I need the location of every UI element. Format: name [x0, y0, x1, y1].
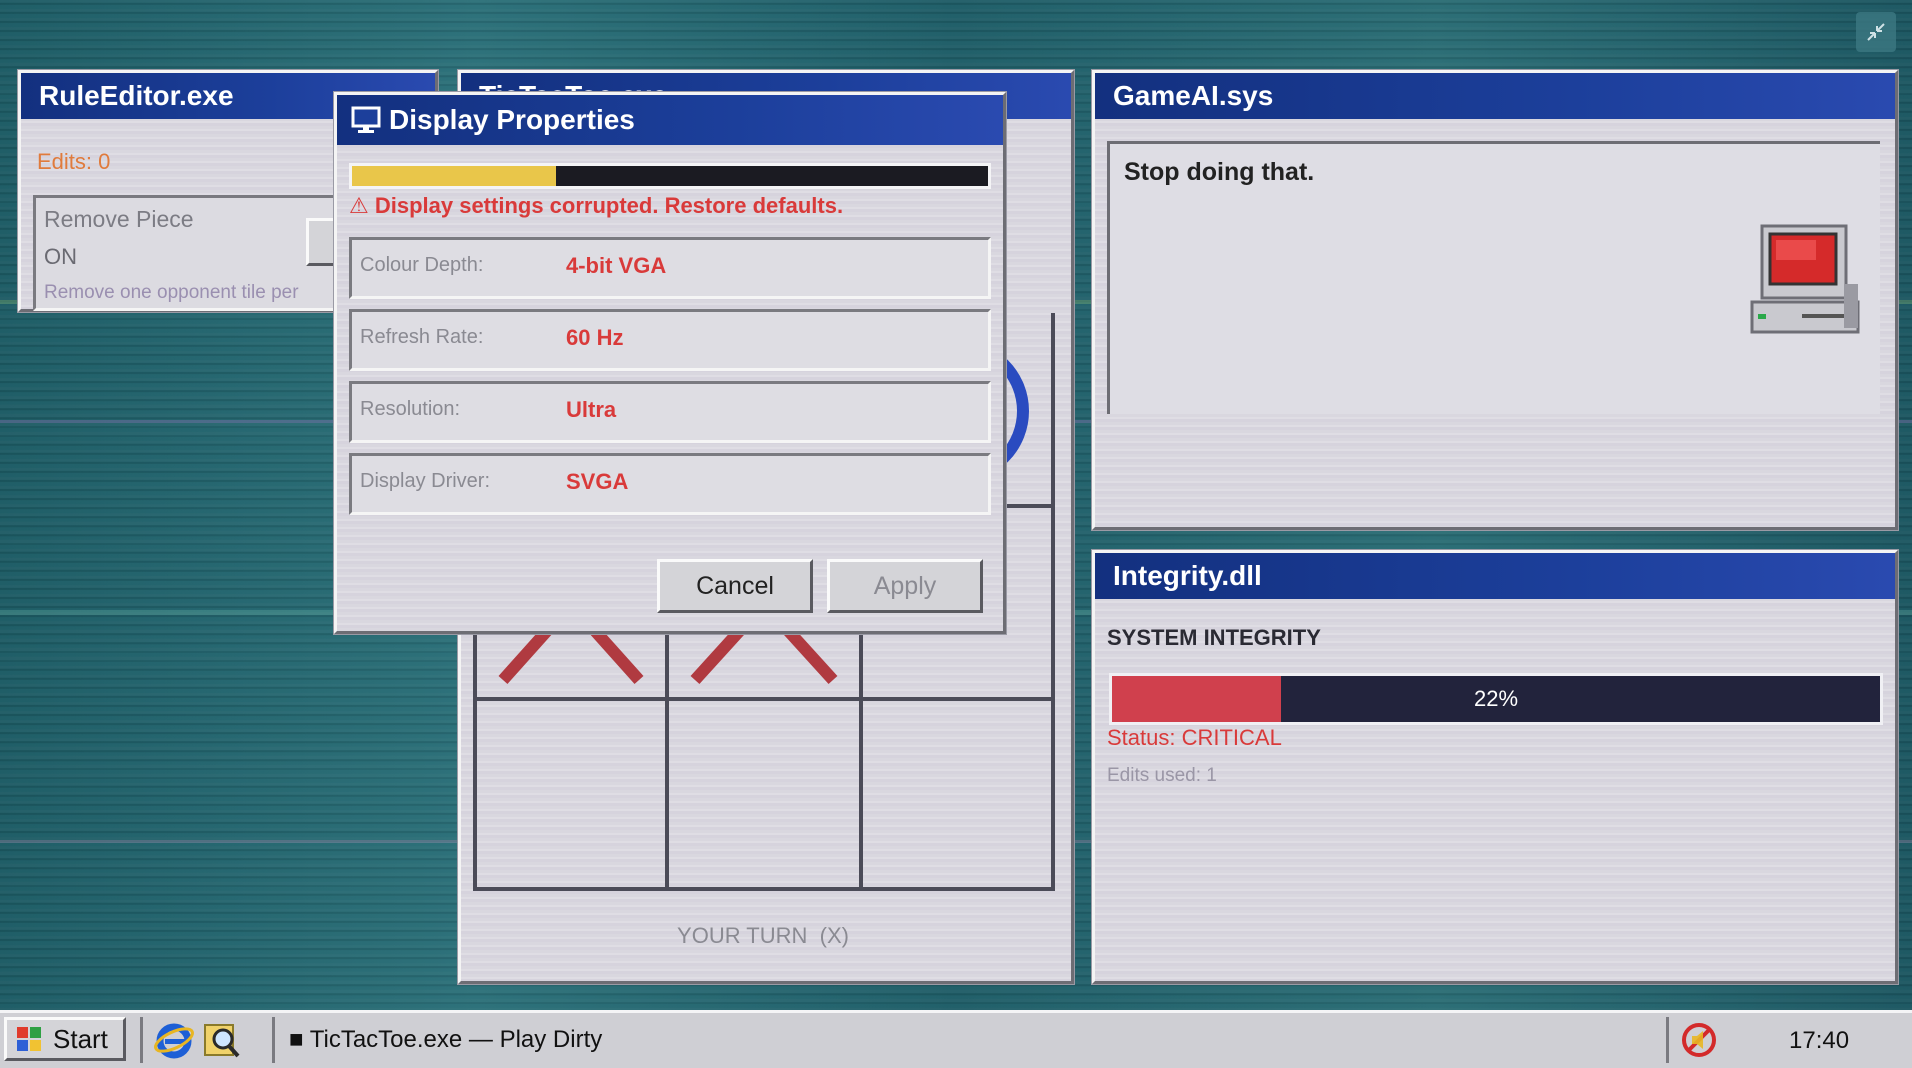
board-cell[interactable]	[863, 701, 1051, 887]
corruption-progress-fill	[352, 166, 556, 186]
rule-description: Remove one opponent tile per	[44, 282, 299, 303]
display-properties-titlebar: Display Properties	[337, 95, 1003, 145]
refresh-rate-field[interactable]: Refresh Rate: 60 Hz	[349, 309, 991, 371]
task-label: ■ TicTacToe.exe — Play Dirty	[289, 1026, 603, 1053]
edits-counter: Edits: 0	[37, 149, 111, 174]
resolution-label: Resolution:	[360, 398, 461, 420]
game-ai-title: GameAI.sys	[1095, 73, 1895, 119]
colour-depth-field[interactable]: Colour Depth: 4-bit VGA	[349, 237, 991, 299]
resolution-field[interactable]: Resolution: Ultra	[349, 381, 991, 443]
integrity-window: Integrity.dll SYSTEM INTEGRITY 22% Statu…	[1092, 550, 1898, 984]
ie-icon[interactable]	[153, 1019, 195, 1061]
ai-message: Stop doing that.	[1124, 158, 1315, 186]
integrity-status: Status: CRITICAL	[1107, 725, 1282, 750]
quick-launch	[140, 1017, 253, 1063]
cancel-button[interactable]: Cancel	[657, 559, 813, 613]
monitor-icon	[351, 106, 381, 133]
integrity-percent: 22%	[1473, 686, 1519, 711]
ai-message-box: Stop doing that.	[1107, 141, 1880, 414]
apply-button[interactable]: Apply	[827, 559, 983, 613]
board-cell[interactable]	[669, 701, 859, 887]
display-driver-value: SVGA	[566, 469, 629, 494]
restore-icon[interactable]	[1856, 12, 1896, 52]
integrity-heading: SYSTEM INTEGRITY	[1107, 625, 1321, 650]
board-cell[interactable]	[477, 701, 665, 887]
taskbar: Start ■ TicTacToe.exe — Play Dirty 17:40	[0, 1010, 1912, 1068]
computer-icon	[1750, 224, 1860, 334]
game-ai-window: GameAI.sys Stop doing that.	[1092, 70, 1898, 530]
integrity-bar: 22%	[1109, 673, 1883, 725]
rule-name: Remove Piece	[44, 206, 194, 232]
search-icon[interactable]	[201, 1019, 243, 1061]
colour-depth-value: 4-bit VGA	[566, 253, 667, 278]
warning-message: ⚠ Display settings corrupted. Restore de…	[349, 193, 844, 218]
display-driver-field[interactable]: Display Driver: SVGA	[349, 453, 991, 515]
rule-state[interactable]: ON	[44, 244, 77, 270]
clock: 17:40	[1789, 1027, 1850, 1054]
refresh-rate-label: Refresh Rate:	[360, 326, 484, 348]
windows-logo-icon	[17, 1027, 41, 1051]
start-label: Start	[53, 1023, 108, 1054]
corruption-progress	[349, 163, 991, 189]
display-driver-label: Display Driver:	[360, 470, 491, 492]
integrity-title: Integrity.dll	[1095, 553, 1895, 599]
taskbar-task-tictactoe[interactable]: ■ TicTacToe.exe — Play Dirty	[272, 1017, 1648, 1063]
system-tray: 17:40	[1666, 1017, 1911, 1063]
display-properties-title: Display Properties	[389, 104, 635, 135]
turn-indicator: YOUR TURN (X)	[677, 923, 849, 948]
start-button[interactable]: Start	[4, 1017, 126, 1061]
resolution-value: Ultra	[566, 397, 617, 422]
colour-depth-label: Colour Depth:	[360, 254, 484, 276]
edits-used: Edits used: 1	[1107, 765, 1217, 786]
display-properties-dialog: Display Properties ⚠ Display settings co…	[334, 92, 1006, 634]
refresh-rate-value: 60 Hz	[566, 325, 624, 350]
no-sound-icon[interactable]	[1679, 1020, 1719, 1060]
